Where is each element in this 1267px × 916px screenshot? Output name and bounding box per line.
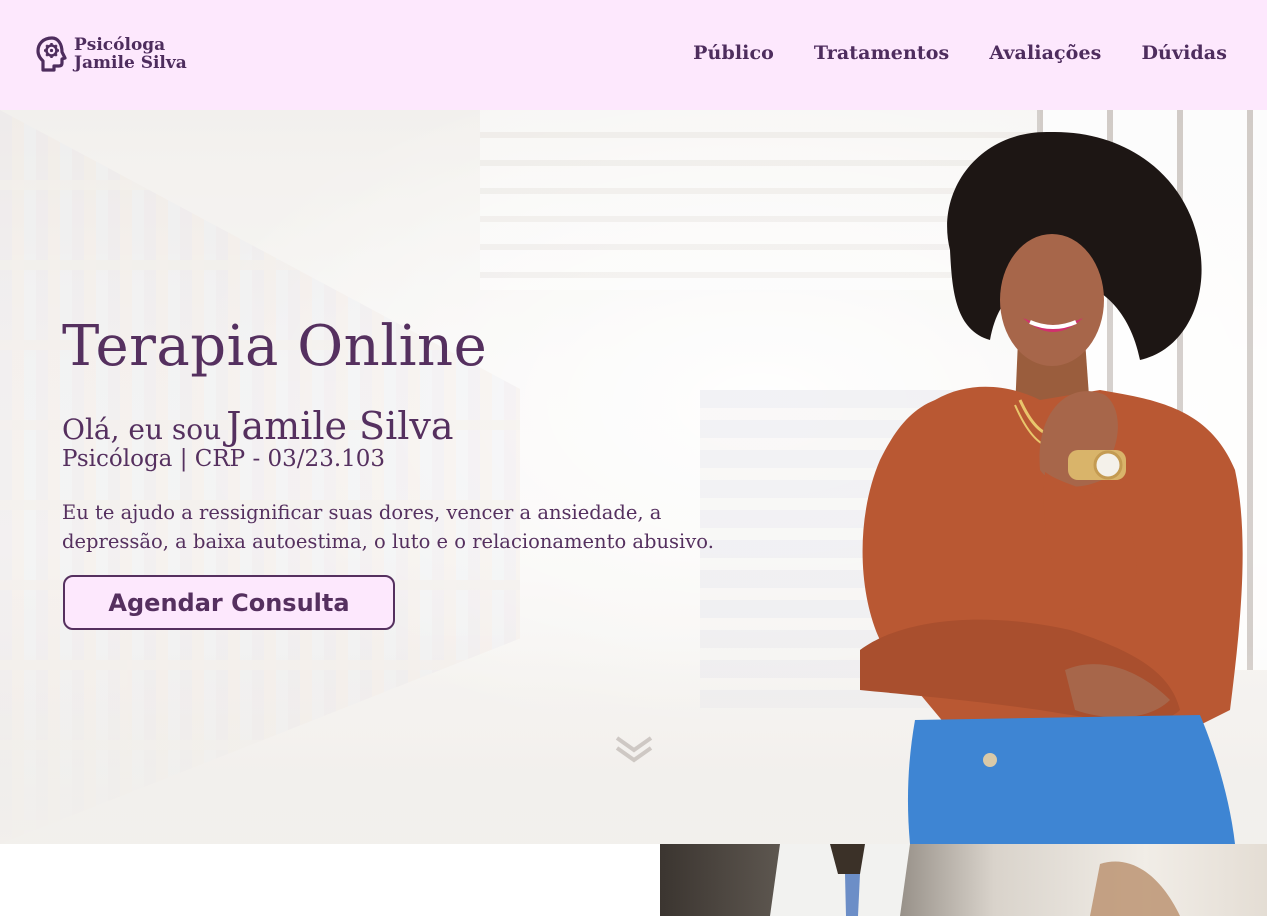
psychologist-name: Jamile Silva	[226, 404, 454, 448]
head-gear-icon	[36, 36, 67, 72]
next-section-text-area	[0, 844, 660, 916]
logo-line-1: Psicóloga	[74, 35, 166, 55]
next-section-photo-shapes	[770, 844, 1180, 916]
site-header: Psicóloga Jamile Silva Público Tratament…	[0, 0, 1267, 110]
nav-link-publico[interactable]: Público	[693, 42, 774, 64]
hero-greeting: Olá, eu sou Jamile Silva	[62, 404, 454, 448]
nav-link-duvidas[interactable]: Dúvidas	[1141, 42, 1227, 64]
next-section-photo	[660, 844, 1267, 916]
hero-title: Terapia Online	[62, 314, 488, 379]
hero-section: Terapia Online Olá, eu sou Jamile Silva …	[0, 110, 1267, 844]
hero-credentials: Psicóloga | CRP - 03/23.103	[62, 446, 386, 472]
nav-link-avaliacoes[interactable]: Avaliações	[989, 42, 1101, 64]
hero-description: Eu te ajudo a ressignificar suas dores, …	[62, 501, 714, 553]
greeting-prefix: Olá, eu sou	[62, 413, 222, 446]
logo-text: Psicóloga Jamile Silva	[74, 36, 187, 72]
schedule-appointment-button[interactable]: Agendar Consulta	[63, 575, 395, 630]
nav-link-tratamentos[interactable]: Tratamentos	[814, 42, 949, 64]
double-chevron-down-icon[interactable]	[614, 734, 654, 766]
main-nav: Público Tratamentos Avaliações Dúvidas	[693, 42, 1227, 64]
logo-line-2: Jamile Silva	[74, 53, 187, 73]
psychologist-photo	[860, 131, 1243, 844]
logo[interactable]: Psicóloga Jamile Silva	[36, 36, 187, 72]
